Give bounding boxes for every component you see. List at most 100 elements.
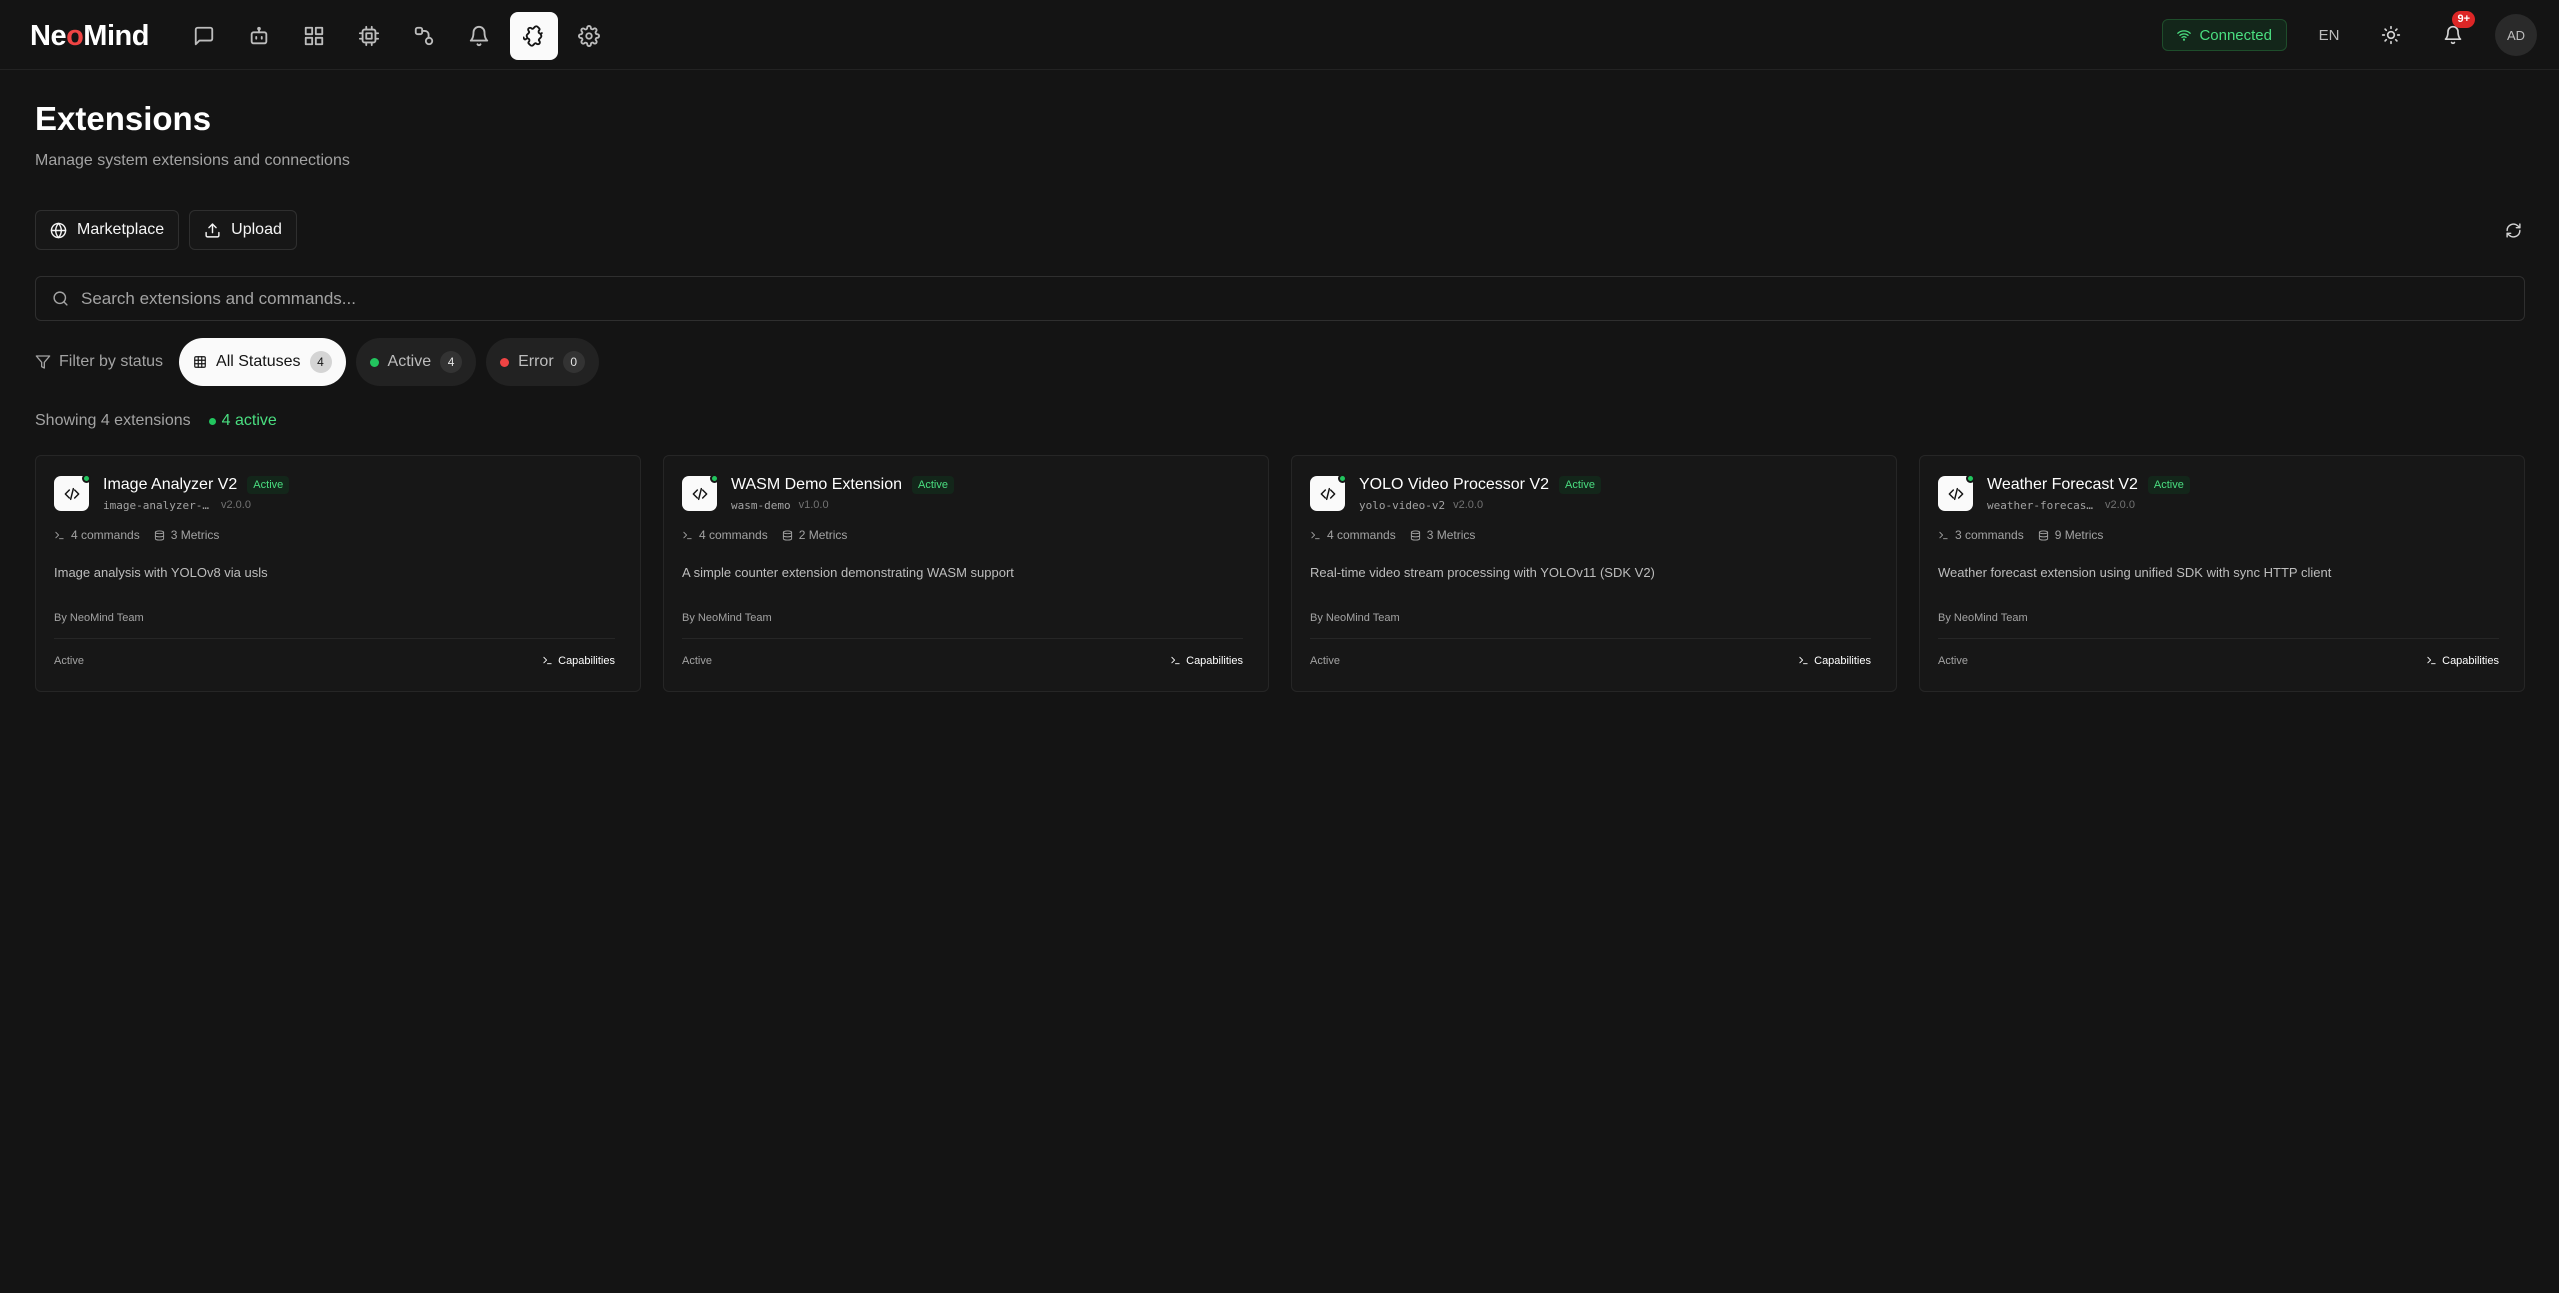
card-footer: Active Capabilities <box>1310 638 1871 682</box>
database-icon <box>154 529 164 541</box>
status-badge: Active <box>247 476 290 494</box>
topbar-right: Connected EN 9+ AD <box>2162 11 2537 58</box>
extensions-icon <box>523 25 543 47</box>
search-input[interactable] <box>81 288 2481 309</box>
marketplace-button-label: Marketplace <box>77 221 165 238</box>
filter-all-count: 4 <box>309 351 332 373</box>
footer-status: Active <box>54 654 84 667</box>
automation-icon <box>414 26 434 46</box>
active-count: 4 active <box>208 412 277 430</box>
card-footer: Active Capabilities <box>54 638 615 682</box>
status-filters: Filter by status All Statuses 4 Active 4… <box>35 338 2525 386</box>
nav-agents-button[interactable] <box>235 12 283 60</box>
status-badge: Active <box>2147 476 2190 494</box>
capabilities-label: Capabilities <box>2442 654 2499 667</box>
extension-stats: 4 commands 3 Metrics <box>1310 528 1878 542</box>
extension-name: Image Analyzer V2 <box>103 476 238 493</box>
filter-error-label: Error <box>518 353 554 370</box>
logo-text-prefix: Ne <box>30 20 67 52</box>
notifications-button[interactable]: 9+ <box>2433 11 2475 55</box>
nav-chat-button[interactable] <box>180 12 228 60</box>
upload-icon <box>205 222 220 238</box>
theme-toggle-button[interactable] <box>2371 15 2411 55</box>
extension-version: v1.0.0 <box>798 499 829 511</box>
extension-id: image-analyzer-v2 <box>103 499 213 512</box>
extension-author: By NeoMind Team <box>54 612 144 624</box>
extension-description: Image analysis with YOLOv8 via usls <box>54 565 268 580</box>
filter-all-label: All Statuses <box>216 353 301 370</box>
online-dot <box>1966 474 1975 483</box>
extension-card[interactable]: WASM Demo Extension Active wasm-demo v1.… <box>663 455 1269 692</box>
connection-status-label: Connected <box>2199 26 2272 44</box>
extension-card[interactable]: Weather Forecast V2 Active weather-forec… <box>1919 455 2525 692</box>
database-icon <box>1410 529 1420 541</box>
capabilities-button[interactable]: Capabilities <box>542 655 615 667</box>
capabilities-button[interactable]: Capabilities <box>1798 655 1871 667</box>
database-icon <box>782 529 792 541</box>
nav-settings-button[interactable] <box>565 12 613 60</box>
top-bar: NeoMind Connected EN 9+ AD <box>0 0 2559 70</box>
online-dot <box>82 474 91 483</box>
extension-card[interactable]: YOLO Video Processor V2 Active yolo-vide… <box>1291 455 1897 692</box>
extension-icon <box>682 474 719 511</box>
wifi-icon <box>2177 30 2192 41</box>
page-title: Extensions <box>35 100 212 137</box>
extensions-grid: Image Analyzer V2 Active image-analyzer-… <box>35 455 2525 692</box>
extension-id: wasm-demo <box>731 499 791 512</box>
status-dot-error <box>500 357 510 367</box>
capabilities-button[interactable]: Capabilities <box>1170 655 1243 667</box>
commands-count: 3 commands <box>1955 528 2024 542</box>
filter-error[interactable]: Error 0 <box>486 338 599 386</box>
code-icon <box>64 487 79 500</box>
online-dot <box>1338 474 1347 483</box>
card-footer: Active Capabilities <box>682 638 1243 682</box>
filter-active[interactable]: Active 4 <box>355 338 477 386</box>
upload-button[interactable]: Upload <box>189 210 297 250</box>
bell-icon <box>469 26 489 47</box>
card-header: WASM Demo Extension Active wasm-demo v1.… <box>682 474 1250 512</box>
online-dot <box>710 474 719 483</box>
terminal-icon <box>1939 531 1948 539</box>
extension-id: weather-forecast-v2 <box>1987 499 2097 512</box>
cpu-icon <box>358 25 380 47</box>
nav-automation-button[interactable] <box>400 12 448 60</box>
footer-status: Active <box>1938 654 1968 667</box>
status-badge: Active <box>1559 476 1601 494</box>
toolbar: Marketplace Upload <box>35 210 2525 250</box>
commands-count: 4 commands <box>71 528 140 542</box>
terminal-icon <box>1311 531 1320 539</box>
extension-author: By NeoMind Team <box>1938 612 2028 624</box>
app-logo[interactable]: NeoMind <box>30 20 149 53</box>
filter-all-statuses[interactable]: All Statuses 4 <box>179 338 346 386</box>
card-header: Weather Forecast V2 Active weather-forec… <box>1938 474 2506 512</box>
footer-status: Active <box>682 654 712 667</box>
nav-extensions-button[interactable] <box>510 12 558 60</box>
upload-button-label: Upload <box>231 221 282 238</box>
nav-devices-button[interactable] <box>345 12 393 60</box>
extension-name: Weather Forecast V2 <box>1987 476 2138 493</box>
extension-card[interactable]: Image Analyzer V2 Active image-analyzer-… <box>35 455 641 692</box>
user-avatar[interactable]: AD <box>2495 14 2537 56</box>
extension-icon <box>1938 474 1975 511</box>
metrics-count: 9 Metrics <box>2054 528 2104 542</box>
nav-alerts-button[interactable] <box>455 12 503 60</box>
bot-icon <box>250 26 268 45</box>
language-switcher[interactable]: EN <box>2309 27 2349 44</box>
capabilities-button[interactable]: Capabilities <box>2426 655 2499 667</box>
extension-version: v2.0.0 <box>1453 499 1484 511</box>
active-count-label: 4 active <box>221 412 277 429</box>
code-icon <box>1948 487 1963 500</box>
extension-name: YOLO Video Processor V2 <box>1359 476 1550 493</box>
main-nav <box>180 12 613 60</box>
filter-error-count: 0 <box>562 351 585 373</box>
refresh-button[interactable] <box>2501 218 2525 242</box>
extension-id: yolo-video-v2 <box>1359 499 1446 512</box>
logo-text-accent: o <box>66 20 84 52</box>
filter-active-count: 4 <box>440 351 463 373</box>
commands-count: 4 commands <box>699 528 768 542</box>
marketplace-button[interactable]: Marketplace <box>35 210 180 250</box>
notification-badge: 9+ <box>2452 11 2475 28</box>
extension-author: By NeoMind Team <box>682 612 772 624</box>
nav-dashboard-button[interactable] <box>290 12 338 60</box>
extension-stats: 4 commands 2 Metrics <box>682 528 1250 542</box>
